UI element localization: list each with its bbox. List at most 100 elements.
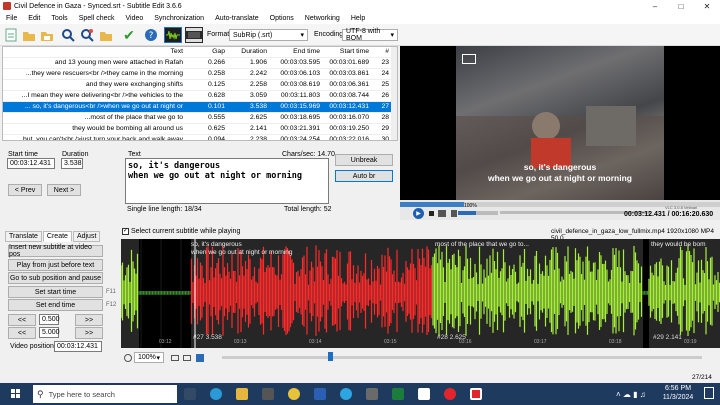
stop-icon[interactable]	[429, 211, 434, 216]
menu-edit[interactable]: Edit	[28, 15, 40, 22]
taskbar-search-box[interactable]: ⚲ Type here to search	[33, 385, 177, 403]
select-current-checkbox[interactable]: ✓	[122, 228, 129, 235]
file-explorer-icon[interactable]	[236, 388, 248, 400]
waveform-position-track[interactable]	[222, 356, 702, 359]
waveform-position-thumb[interactable]	[328, 352, 333, 361]
header-end-time[interactable]: End time	[269, 48, 320, 55]
table-row[interactable]: and 13 young men were attached in Rafah 0…	[3, 58, 397, 69]
grid-scrollbar[interactable]	[391, 47, 397, 140]
auto-br-button[interactable]: Auto br	[335, 170, 393, 182]
menu-spell-check[interactable]: Spell check	[79, 15, 115, 22]
next-button[interactable]: Next >	[47, 184, 81, 196]
tray-icons[interactable]: ˄ ☁ ▮ ♫	[616, 390, 646, 399]
minimize-button[interactable]: –	[642, 0, 668, 12]
edge-icon[interactable]	[210, 388, 222, 400]
step-forward-large-button[interactable]: >>	[75, 327, 103, 339]
header-start-time[interactable]: Start time	[321, 48, 369, 55]
cell-number: 26	[381, 92, 389, 99]
app-icon-10[interactable]	[418, 388, 430, 400]
cell-number: 30	[381, 136, 389, 141]
goto-sub-button[interactable]: Go to sub position and pause	[8, 272, 103, 284]
zoom-dropdown[interactable]: 100% ▾	[134, 352, 164, 363]
video-toggle-icon[interactable]	[185, 27, 203, 43]
video-player[interactable]: so, it's dangerous when we go out at nig…	[400, 46, 720, 220]
fullscreen-icon[interactable]	[438, 210, 446, 217]
maximize-button[interactable]: □	[668, 0, 694, 12]
open-folder-icon[interactable]	[21, 27, 37, 43]
spell-check-icon[interactable]	[98, 27, 114, 43]
notifications-icon[interactable]	[704, 387, 714, 399]
video-position-field[interactable]: 00:03:12.431	[54, 341, 102, 352]
step-back-small-button[interactable]: <<	[8, 314, 36, 326]
app-icon-9[interactable]	[392, 388, 404, 400]
subtitle-edit-taskbar-icon[interactable]	[470, 388, 482, 400]
waveform-seg27-info: #27 3.538	[193, 334, 222, 341]
tab-create[interactable]: Create	[42, 231, 72, 242]
zoom-in-icon[interactable]	[183, 355, 191, 361]
chrome-icon[interactable]	[288, 388, 300, 400]
header-number[interactable]: #	[371, 48, 389, 55]
table-row[interactable]: ...most of the place that we go to 0.555 2…	[3, 113, 397, 124]
word-icon[interactable]	[314, 388, 326, 400]
waveform-toggle-icon[interactable]	[164, 27, 182, 43]
cell-end-time: 00:03:21.391	[280, 125, 320, 132]
step-forward-small-button[interactable]: >>	[75, 314, 103, 326]
grid-icon[interactable]	[196, 354, 204, 362]
large-step-field[interactable]: 5.000	[39, 327, 60, 338]
menu-file[interactable]: File	[6, 15, 17, 22]
replace-icon[interactable]	[79, 27, 95, 43]
play-icon[interactable]: ▶	[413, 208, 424, 219]
find-icon[interactable]	[60, 27, 76, 43]
menu-tools[interactable]: Tools	[51, 15, 67, 22]
header-gap[interactable]: Gap	[189, 48, 225, 55]
play-before-text-button[interactable]: Play from just before text	[8, 259, 103, 271]
close-button[interactable]: ✕	[694, 0, 720, 12]
table-row[interactable]: ... so, it's dangerous<br />when we go o…	[3, 102, 397, 113]
checkmark-icon[interactable]: ✔	[121, 27, 137, 43]
audio-waveform[interactable]: 03:12 03:13 03:14 03:15 03:16 03:17 03:18 03:19…	[121, 239, 720, 348]
table-row[interactable]: and they were exchanging shifts 0.125 2.25…	[3, 80, 397, 91]
subtitle-text-editor[interactable]: so, it's dangerous when we go out at nig…	[125, 158, 329, 204]
table-row[interactable]: but, you can't<br />just turn your back …	[3, 135, 397, 141]
save-icon[interactable]	[39, 27, 55, 43]
zoom-out-icon[interactable]	[171, 355, 179, 361]
store-icon[interactable]	[262, 388, 274, 400]
volume-slider[interactable]	[458, 211, 498, 215]
telegram-icon[interactable]	[340, 388, 352, 400]
small-step-field[interactable]: 0.500	[39, 314, 60, 325]
windows-start-icon[interactable]	[11, 389, 21, 399]
menu-auto-translate[interactable]: Auto-translate	[215, 15, 259, 22]
header-duration[interactable]: Duration	[227, 48, 267, 55]
step-back-large-button[interactable]: <<	[8, 327, 36, 339]
menu-video[interactable]: Video	[125, 15, 143, 22]
menu-help[interactable]: Help	[351, 15, 365, 22]
help-icon[interactable]: ?	[143, 27, 159, 43]
header-text[interactable]: Text	[3, 48, 183, 55]
channel-logo-icon	[462, 54, 476, 64]
mute-icon[interactable]	[451, 210, 457, 217]
unbreak-button[interactable]: Unbreak	[335, 154, 393, 166]
menu-synchronization[interactable]: Synchronization	[154, 15, 204, 22]
duration-field[interactable]: 3.538	[61, 158, 83, 169]
tab-adjust[interactable]: Adjust	[72, 231, 101, 242]
zoom-icon[interactable]	[124, 354, 132, 362]
menu-networking[interactable]: Networking	[305, 15, 340, 22]
table-row[interactable]: they would be bombing all around us 0.625…	[3, 124, 397, 135]
task-view-icon[interactable]	[184, 388, 196, 400]
new-file-icon[interactable]	[3, 27, 19, 43]
subtitle-grid[interactable]: Text Gap Duration End time Start time # …	[2, 46, 398, 141]
set-end-time-button[interactable]: Set end time	[8, 299, 103, 311]
encoding-dropdown[interactable]: UTF-8 with BOM ▾	[342, 28, 398, 42]
format-dropdown[interactable]: SubRip (.srt) ▾	[229, 29, 308, 41]
opera-icon[interactable]	[444, 388, 456, 400]
table-row[interactable]: ...they were rescuers<br />they came in …	[3, 69, 397, 80]
start-time-field[interactable]: 00:03:12.431	[7, 158, 55, 169]
insert-subtitle-button[interactable]: Insert new subtitle at video pos	[8, 244, 103, 258]
prev-button[interactable]: < Prev	[8, 184, 42, 196]
set-start-time-button[interactable]: Set start time	[8, 286, 103, 298]
taskbar-time: 6:56 PM	[664, 385, 692, 392]
tab-translate[interactable]: Translate	[5, 231, 42, 242]
table-row[interactable]: ...I mean they were delivering<br />the …	[3, 91, 397, 102]
menu-options[interactable]: Options	[270, 15, 294, 22]
app-icon-8[interactable]	[366, 388, 378, 400]
